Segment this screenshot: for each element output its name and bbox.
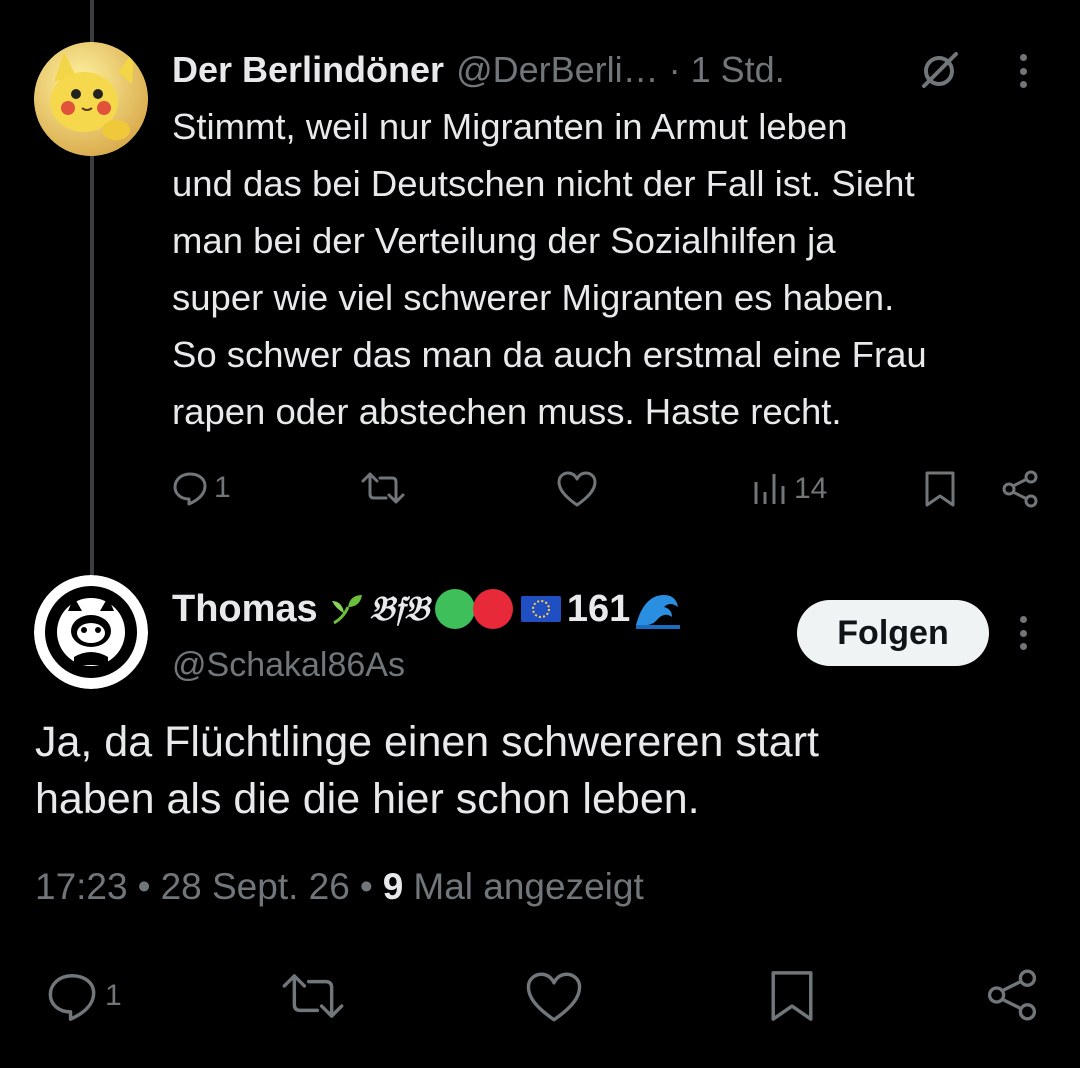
views-button[interactable]: 14 (752, 472, 827, 506)
repost-button[interactable] (280, 970, 346, 1022)
post-text-line: Ja, da Flüchtlinge einen schwereren star… (35, 718, 819, 766)
fraktur-badge: 𝔅𝔣𝔅 (369, 589, 429, 629)
views-count: 14 (794, 472, 828, 505)
reply-header: Der Berlindöner @DerBerli… · 1 Std. (172, 47, 785, 93)
meta-separator: • (359, 866, 373, 907)
views-count: 9 (382, 866, 404, 907)
post-time[interactable]: · 1 Std. (669, 49, 785, 91)
reply-text-line: Stimmt, weil nur Migranten in Armut lebe… (172, 106, 848, 147)
like-button[interactable] (524, 970, 584, 1024)
heart-icon (526, 972, 582, 1022)
post-date[interactable]: 28 Sept. 26 (161, 866, 350, 908)
reply-text-line: So schwer das man da auch erstmal eine F… (172, 334, 927, 375)
post-time[interactable]: 17:23 (35, 866, 128, 908)
bookmark-icon (925, 471, 955, 507)
avatar[interactable] (34, 42, 148, 156)
post-meta: 17:23 • 28 Sept. 26 • 9 Mal angezeigt (35, 862, 644, 912)
share-button[interactable] (984, 968, 1040, 1022)
author-handle[interactable]: @Schakal86As (172, 646, 405, 685)
comment-icon (173, 472, 207, 506)
repost-icon (282, 974, 344, 1018)
meta-separator: • (137, 866, 151, 907)
main-post-header: Thomas 𝔅𝔣𝔅 161 (172, 585, 686, 633)
seedling-icon (331, 595, 362, 625)
follow-button[interactable]: Folgen (797, 600, 989, 666)
avatar[interactable] (34, 575, 148, 689)
author-display-name[interactable]: Thomas (172, 588, 318, 631)
name-badges: 𝔅𝔣𝔅 161 (326, 587, 687, 631)
more-options-icon[interactable] (1013, 48, 1033, 94)
reply-button[interactable]: 1 (172, 470, 231, 506)
like-button[interactable] (556, 470, 598, 508)
badge-number: 161 (566, 587, 631, 630)
reply-text-line: und das bei Deutschen nicht der Fall ist… (172, 163, 915, 204)
red-circle-icon (472, 589, 513, 629)
share-icon (1002, 470, 1038, 508)
bookmark-icon (771, 971, 813, 1021)
grok-icon[interactable] (916, 48, 962, 94)
reply-text: Stimmt, weil nur Migranten in Armut lebe… (172, 98, 1062, 440)
analytics-icon (754, 474, 785, 504)
wave-icon (636, 595, 681, 629)
bookmark-button[interactable] (766, 968, 818, 1024)
comment-icon (48, 974, 96, 1021)
views-label: Mal angezeigt (413, 866, 644, 907)
reply-count: 1 (105, 979, 122, 1012)
reply-button[interactable]: 1 (45, 970, 122, 1022)
post-text-line: haben als die die hier schon leben. (35, 775, 700, 823)
reply-text-line: super wie viel schwerer Migranten es hab… (172, 277, 895, 318)
author-handle[interactable]: @DerBerli… (456, 49, 659, 91)
post-text: Ja, da Flüchtlinge einen schwereren star… (35, 714, 1045, 828)
repost-button[interactable] (360, 470, 406, 506)
author-display-name[interactable]: Der Berlindöner (172, 49, 444, 91)
reply-text-line: man bei der Verteilung der Sozialhilfen … (172, 220, 836, 261)
more-options-icon[interactable] (1013, 610, 1033, 656)
reply-count: 1 (214, 471, 231, 504)
share-icon (987, 969, 1037, 1021)
repost-icon (361, 472, 405, 504)
reply-text-line: rapen oder abstechen muss. Haste recht. (172, 391, 842, 432)
heart-icon (557, 471, 597, 507)
eu-flag-icon (520, 596, 561, 622)
share-button[interactable] (1000, 470, 1040, 508)
bookmark-button[interactable] (922, 470, 958, 508)
